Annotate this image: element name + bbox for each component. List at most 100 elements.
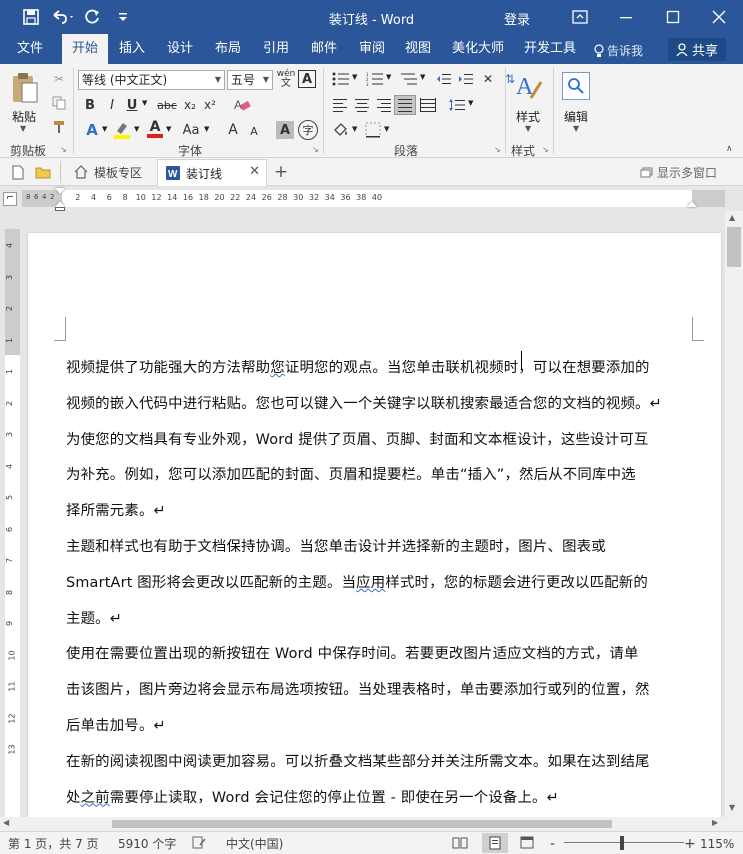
tab-design[interactable]: 设计	[160, 34, 200, 64]
borders-dropdown-icon[interactable]: ▼	[384, 125, 389, 133]
align-center-icon[interactable]	[352, 96, 372, 114]
maximize-icon[interactable]	[664, 8, 682, 26]
zoom-in-button[interactable]: +	[684, 835, 696, 853]
justify-icon[interactable]	[394, 95, 416, 115]
tab-beautify[interactable]: 美化大师	[446, 34, 510, 64]
tab-review[interactable]: 审阅	[352, 34, 392, 64]
tab-mailings[interactable]: 邮件	[304, 34, 344, 64]
highlight-dropdown-icon[interactable]: ▼	[134, 125, 139, 133]
paste-dropdown-icon[interactable]: ▼	[20, 124, 26, 133]
editing-label[interactable]: 编辑	[564, 108, 588, 125]
tab-file[interactable]: 文件	[6, 34, 54, 64]
tab-template-zone[interactable]: 模板专区	[66, 160, 156, 184]
web-layout-icon[interactable]	[520, 836, 534, 854]
add-tab-icon[interactable]: +	[272, 162, 290, 182]
text-line[interactable]: 使用在需要位置出现的新按钮在 Word 中保存时间。若要更改图片适应文档的方式，…	[66, 637, 706, 673]
font-color-icon[interactable]: A	[146, 119, 164, 139]
styles-label[interactable]: 样式	[516, 108, 540, 125]
borders-icon[interactable]	[362, 120, 384, 140]
cut-icon[interactable]: ✂	[50, 70, 68, 88]
tab-selector-icon[interactable]: ⌐	[3, 192, 17, 206]
font-name-select[interactable]: 等线 (中文正文) ▼	[78, 70, 225, 90]
text-line[interactable]: 视频提供了功能强大的方法帮助您证明您的观点。当您单击联机视频时，可以在想要添加的	[66, 351, 706, 387]
shading-icon[interactable]	[330, 120, 352, 140]
font-color-dropdown-icon[interactable]: ▼	[166, 125, 171, 133]
line-spacing-icon[interactable]	[446, 96, 468, 114]
horizontal-scrollbar[interactable]: ◀ ▶	[0, 817, 743, 831]
highlight-icon[interactable]	[112, 120, 132, 140]
align-right-icon[interactable]	[374, 96, 394, 114]
text-line[interactable]: 击该图片，图片旁边将会显示布局选项按钮。当处理表格时，单击要添加行或列的位置，然	[66, 673, 706, 709]
bullets-icon[interactable]	[330, 70, 352, 88]
decrease-indent-icon[interactable]	[434, 70, 454, 88]
editing-dropdown-icon[interactable]: ▼	[573, 124, 579, 133]
zoom-level[interactable]: 115%	[700, 835, 734, 853]
bullets-dropdown-icon[interactable]: ▼	[352, 73, 357, 81]
font-size-select[interactable]: 五号 ▼	[227, 70, 273, 90]
scroll-down-icon[interactable]: ▼	[729, 803, 735, 812]
text-effects-dropdown-icon[interactable]: ▼	[102, 125, 107, 133]
multilevel-list-icon[interactable]	[398, 70, 420, 88]
styles-launcher-icon[interactable]: ↘	[542, 145, 549, 154]
share-button[interactable]: 共享	[668, 38, 726, 61]
scroll-right-icon[interactable]: ▶	[712, 818, 718, 827]
copy-icon[interactable]	[50, 94, 68, 112]
paste-icon[interactable]	[8, 70, 42, 106]
text-line[interactable]: 在新的阅读视图中阅读更加容易。可以折叠文档某些部分并关注所需文本。如果在达到结尾	[66, 745, 706, 781]
distributed-icon[interactable]	[418, 96, 438, 114]
ribbon-display-icon[interactable]	[571, 8, 589, 26]
text-line[interactable]: 为使您的文档具有专业外观，Word 提供了页眉、页脚、封面和文本框设计，这些设计…	[66, 423, 706, 459]
clear-formatting-icon[interactable]: A	[232, 96, 252, 114]
show-multi-window-button[interactable]: 显示多窗口	[640, 164, 717, 181]
tab-insert[interactable]: 插入	[112, 34, 152, 64]
tab-developer[interactable]: 开发工具	[518, 34, 582, 64]
italic-button[interactable]: I	[104, 96, 120, 114]
zoom-slider-track[interactable]	[564, 842, 684, 843]
character-shading-icon[interactable]: A	[276, 121, 294, 139]
line-spacing-dropdown-icon[interactable]: ▼	[468, 99, 473, 107]
bold-button[interactable]: B	[82, 96, 98, 114]
text-line[interactable]: 主题和样式也有助于文档保持协调。当您单击设计并选择新的主题时，图片、图表或	[66, 530, 706, 566]
find-icon[interactable]	[562, 72, 590, 100]
change-case-button[interactable]: Aa	[180, 120, 202, 140]
font-launcher-icon[interactable]: ↘	[312, 145, 319, 154]
paste-label[interactable]: 粘贴	[12, 108, 36, 125]
proofing-icon[interactable]	[192, 836, 206, 854]
close-tab-icon[interactable]: ✕	[249, 164, 260, 179]
text-line[interactable]: 处之前需要停止读取，Word 会记住您的停止位置 - 即使在另一个设备上。↵	[66, 781, 706, 817]
phonetic-guide-icon[interactable]: wén 文	[277, 69, 296, 89]
language-status[interactable]: 中文(中国)	[226, 835, 283, 853]
vertical-scrollbar[interactable]: ▲ ▼	[725, 211, 743, 817]
read-mode-icon[interactable]	[452, 836, 468, 854]
login-link[interactable]: 登录	[504, 9, 530, 28]
format-painter-icon[interactable]	[50, 118, 68, 136]
text-line[interactable]: 后单击加号。↵	[66, 709, 706, 745]
close-icon[interactable]	[710, 8, 728, 26]
scroll-left-icon[interactable]: ◀	[3, 818, 9, 827]
tab-references[interactable]: 引用	[256, 34, 296, 64]
change-case-dropdown-icon[interactable]: ▼	[204, 125, 209, 133]
numbering-dropdown-icon[interactable]: ▼	[386, 73, 391, 81]
styles-dropdown-icon[interactable]: ▼	[525, 124, 531, 133]
zoom-slider-thumb[interactable]	[620, 836, 624, 850]
shading-dropdown-icon[interactable]: ▼	[352, 125, 357, 133]
text-effects-icon[interactable]: A	[82, 120, 102, 140]
multilevel-dropdown-icon[interactable]: ▼	[420, 73, 425, 81]
vertical-scroll-thumb[interactable]	[727, 227, 741, 267]
clipboard-launcher-icon[interactable]: ↘	[60, 145, 67, 154]
tab-current-document[interactable]: W 装订线 ✕	[157, 159, 267, 186]
text-line[interactable]: 视频的嵌入代码中进行粘贴。您也可以键入一个关键字以联机搜索最适合您的文档的视频。…	[66, 387, 706, 423]
chinese-layout-icon[interactable]: ✕	[478, 70, 498, 88]
text-line[interactable]: 为补充。例如，您可以添加匹配的封面、页眉和提要栏。单击“插入”，然后从不同库中选	[66, 458, 706, 494]
numbering-icon[interactable]: 123	[364, 70, 386, 88]
right-indent-marker[interactable]	[687, 201, 697, 207]
enclose-characters-icon[interactable]: 字	[298, 120, 318, 140]
styles-icon[interactable]: A	[514, 70, 544, 104]
open-folder-icon[interactable]	[34, 163, 52, 181]
page[interactable]: 视频提供了功能强大的方法帮助您证明您的观点。当您单击联机视频时，可以在想要添加的…	[28, 233, 721, 817]
collapse-ribbon-icon[interactable]: ∧	[726, 144, 733, 154]
paragraph-launcher-icon[interactable]: ↘	[494, 145, 501, 154]
text-line[interactable]: 主题。↵	[66, 602, 706, 638]
scroll-up-icon[interactable]: ▲	[729, 213, 735, 222]
print-layout-icon[interactable]	[482, 833, 508, 853]
